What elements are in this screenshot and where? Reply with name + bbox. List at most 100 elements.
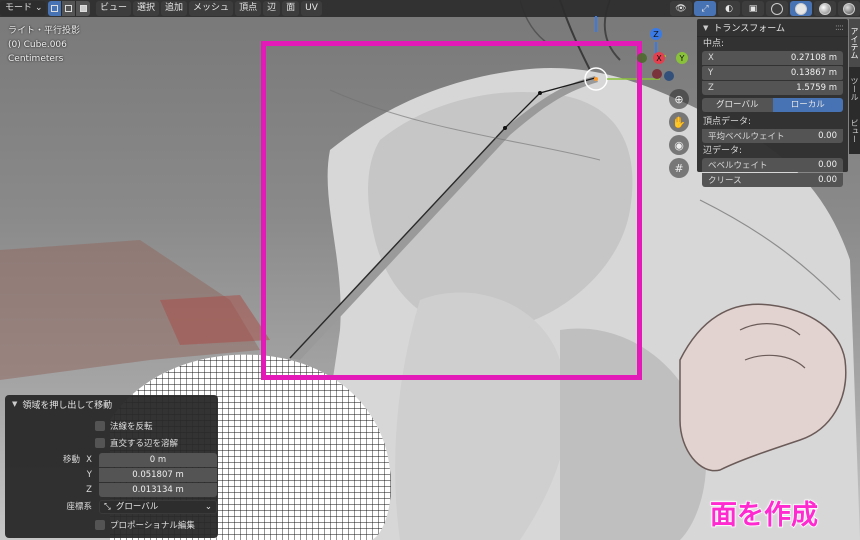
face-select-button[interactable] xyxy=(76,1,90,16)
neg-y-axis-ball xyxy=(637,53,647,63)
median-y-field[interactable]: Y 0.13867 m xyxy=(702,66,843,80)
dissolve-orthogonal-label: 直交する辺を溶解 xyxy=(110,439,179,449)
transform-title: トランスフォーム xyxy=(713,24,785,34)
move-x-field[interactable]: 0 m xyxy=(99,453,217,467)
local-space-button[interactable]: ローカル xyxy=(772,98,843,112)
hand-icon[interactable]: ✋ xyxy=(669,112,689,132)
grid-icon[interactable]: # xyxy=(669,158,689,178)
flip-normals-label: 法線を反転 xyxy=(110,422,153,432)
mean-bevel-vertex-field[interactable]: 平均ベベルウェイト 0.00 xyxy=(702,129,843,143)
camera-icon[interactable]: ◉ xyxy=(669,135,689,155)
mode-label: モード xyxy=(5,3,33,13)
median-label: 中点: xyxy=(703,39,725,49)
median-y-label: Y xyxy=(708,68,714,78)
menu-mesh[interactable]: メッシュ xyxy=(189,1,234,16)
menu-view[interactable]: ビュー xyxy=(96,1,132,16)
tab-item[interactable]: アイテム xyxy=(849,19,860,67)
mean-bevel-vertex-value: 0.00 xyxy=(818,131,837,141)
median-z-field[interactable]: Z 1.5759 m xyxy=(702,81,843,95)
vertex-select-icon xyxy=(51,5,58,12)
operator-panel-header[interactable]: ▼ 領域を押し出して移動 xyxy=(5,395,218,413)
orientation-label: 座標系 xyxy=(66,502,92,512)
active-object-name: (0) Cube.006 xyxy=(8,40,67,50)
bevel-weight-label: ベベルウェイト xyxy=(708,161,768,171)
solid-shading-icon[interactable] xyxy=(790,1,812,16)
sidebar-tabs: アイテム ツール ビュー xyxy=(849,19,860,154)
caption-text: 面を作成 xyxy=(709,499,819,532)
solid-sphere-icon xyxy=(795,2,807,15)
move-y-field[interactable]: 0.051807 m xyxy=(99,468,217,482)
neg-z-axis-ball xyxy=(664,71,674,81)
crease-field[interactable]: クリース 0.00 xyxy=(702,173,843,187)
y-axis-label: Y xyxy=(679,54,685,63)
mode-dropdown[interactable]: モード ⌄ xyxy=(0,1,46,16)
operator-redo-panel: ▼ 領域を押し出して移動 法線を反転 直交する辺を溶解 移動 X 0 m Y 0… xyxy=(5,395,218,538)
checkbox-icon xyxy=(95,438,105,448)
view-name: ライト・平行投影 xyxy=(8,26,81,36)
collapse-triangle-icon: ▼ xyxy=(703,23,709,32)
orientation-row: 座標系 ⤡ グローバル ⌄ xyxy=(5,500,218,514)
flip-normals-checkbox[interactable]: 法線を反転 xyxy=(95,419,153,433)
tab-tool[interactable]: ツール xyxy=(849,69,860,109)
neg-x-axis-ball xyxy=(652,69,662,79)
rendered-shading-icon[interactable] xyxy=(838,1,860,16)
overlay-toggle-icon[interactable]: ◐ xyxy=(718,1,740,16)
dissolve-orthogonal-checkbox[interactable]: 直交する辺を溶解 xyxy=(95,436,178,450)
tab-view[interactable]: ビュー xyxy=(849,111,860,151)
median-x-label: X xyxy=(708,53,714,63)
menu-face[interactable]: 面 xyxy=(282,1,300,16)
edge-select-button[interactable] xyxy=(62,1,76,16)
bevel-weight-field[interactable]: ベベルウェイト 0.00 xyxy=(702,158,843,172)
wireframe-sphere-icon xyxy=(771,2,783,15)
xray-toggle-icon[interactable]: ▣ xyxy=(742,1,764,16)
space-toggle: グローバル ローカル xyxy=(702,98,843,112)
menu-uv[interactable]: UV xyxy=(301,1,322,16)
move-y-row: Y 0.051807 m xyxy=(5,468,218,482)
material-shading-icon[interactable] xyxy=(814,1,836,16)
unit-system: Centimeters xyxy=(8,54,64,64)
orientation-axes-icon: ⤡ xyxy=(104,502,111,512)
mean-bevel-vertex-label: 平均ベベルウェイト xyxy=(708,132,785,142)
global-space-button[interactable]: グローバル xyxy=(702,98,773,112)
chevron-down-icon: ⌄ xyxy=(35,3,43,13)
z-axis-label: Z xyxy=(653,30,659,39)
move-x-row: 移動 X 0 m xyxy=(5,453,218,467)
menu-select[interactable]: 選択 xyxy=(133,1,160,16)
zoom-icon[interactable]: ⊕ xyxy=(669,89,689,109)
collapse-triangle-icon: ▼ xyxy=(12,400,18,408)
move-y-label: Y xyxy=(86,470,92,480)
viewport-info: ライト・平行投影 (0) Cube.006 Centimeters xyxy=(8,24,80,66)
proportional-edit-checkbox[interactable]: プロポーショナル編集 xyxy=(95,518,195,532)
orientation-dropdown[interactable]: ⤡ グローバル ⌄ xyxy=(99,500,217,514)
move-x-label: X xyxy=(86,455,92,465)
checkbox-icon xyxy=(95,520,105,530)
face-select-icon xyxy=(79,5,87,12)
material-sphere-icon xyxy=(819,2,831,15)
wireframe-shading-icon[interactable] xyxy=(766,1,788,16)
crease-label: クリース xyxy=(708,176,742,186)
transform-panel-header[interactable]: ▼ トランスフォーム :::: xyxy=(697,19,848,37)
edge-select-icon xyxy=(65,5,72,12)
median-z-value: 1.5759 m xyxy=(796,83,837,93)
viewport-header: モード ⌄ ビュー 選択 追加 メッシュ 頂点 辺 面 UV 👁 ⤢ ◐ ▣ xyxy=(0,0,860,17)
menu-edge[interactable]: 辺 xyxy=(263,1,281,16)
vertex-select-button[interactable] xyxy=(48,1,62,16)
median-x-field[interactable]: X 0.27108 m xyxy=(702,51,843,65)
x-axis-label: X xyxy=(656,54,662,63)
drag-handle-icon[interactable]: :::: xyxy=(835,23,844,33)
move-z-field[interactable]: 0.013134 m xyxy=(99,483,217,497)
checkbox-icon xyxy=(95,421,105,431)
menu-vertex[interactable]: 頂点 xyxy=(235,1,262,16)
menu-add[interactable]: 追加 xyxy=(161,1,188,16)
move-label: 移動 xyxy=(62,455,80,465)
chevron-down-icon: ⌄ xyxy=(204,502,212,512)
crease-value: 0.00 xyxy=(818,175,837,185)
edge-data-label: 辺データ: xyxy=(703,146,743,156)
vertex-data-label: 頂点データ: xyxy=(703,117,752,127)
highlight-frame xyxy=(261,41,642,380)
navigation-gizmo[interactable]: Z Y X xyxy=(594,14,704,94)
median-z-label: Z xyxy=(708,83,714,93)
orientation-value: グローバル xyxy=(115,502,159,512)
move-z-label: Z xyxy=(86,485,92,495)
proportional-edit-label: プロポーショナル編集 xyxy=(110,521,195,531)
